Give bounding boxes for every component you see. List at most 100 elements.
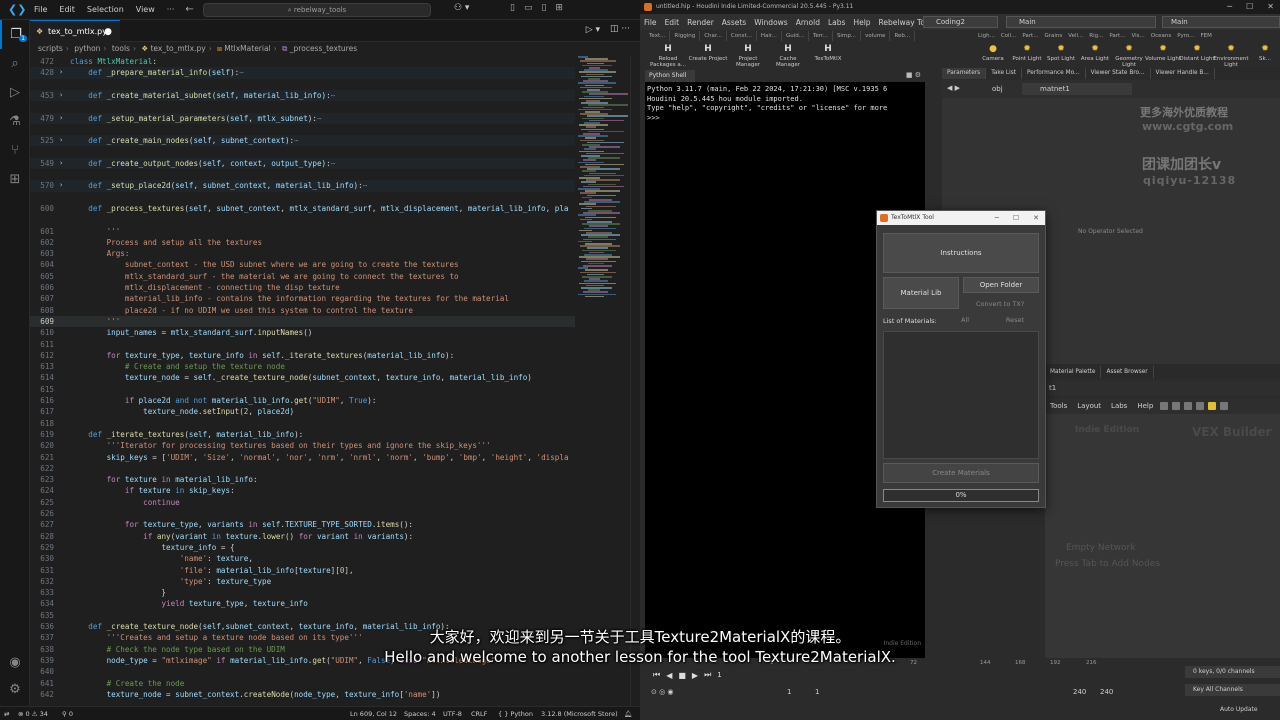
code-line[interactable]: 621 skip_keys = ['UDIM', 'Size', 'normal…	[30, 452, 575, 463]
encoding[interactable]: UTF-8	[443, 707, 462, 720]
command-center-search[interactable]: ⌕ rebelway_tools	[203, 3, 431, 17]
shelf-tool-button[interactable]: H Reload Packages a...	[648, 44, 688, 68]
code-line[interactable]: 601 '''	[30, 226, 575, 237]
shelf-tool-button[interactable]: H Cache Manager	[768, 44, 808, 68]
instructions-button[interactable]: Instructions	[883, 233, 1039, 273]
current-frame[interactable]: 1	[717, 671, 721, 679]
toggle-panel-icon[interactable]: ▭	[524, 3, 533, 13]
code-line[interactable]: 633 }	[30, 587, 575, 598]
frame-end[interactable]: 240	[1073, 688, 1086, 696]
code-line[interactable]: 605 mtlx_standard_surf - the material we…	[30, 271, 575, 282]
search-activity-icon[interactable]: ⌕	[0, 49, 30, 78]
fold-chevron-icon[interactable]: ›	[59, 180, 63, 191]
code-line[interactable]: 453 › def _create_material_subnet(self, m…	[30, 89, 575, 102]
code-line[interactable]: 607 material_lib_info - contains the inf…	[30, 293, 575, 304]
crumb-file[interactable]: tex_to_mtlx.py	[150, 44, 205, 53]
code-line[interactable]: 614 texture_node = self._create_texture_…	[30, 372, 575, 383]
editor-scrollbar[interactable]	[630, 56, 640, 706]
path-node[interactable]: matnet1	[1022, 83, 1132, 95]
crumb-tools[interactable]: tools	[112, 44, 130, 53]
code-line[interactable]: 608 place2d - if no UDIM we used this sy…	[30, 305, 575, 316]
crumb-scripts[interactable]: scripts	[38, 44, 63, 53]
extensions-icon[interactable]: ⊞	[0, 165, 30, 194]
menu-selection[interactable]: Selection	[81, 5, 130, 14]
shelf-tool-button[interactable]: H Create Project	[688, 44, 728, 62]
maximize-icon[interactable]: ☐	[1246, 0, 1253, 14]
frame-start[interactable]: 1	[787, 688, 791, 696]
tab-tex-to-mtlx[interactable]: ❖ tex_to_mtlx.py ●	[30, 20, 120, 42]
shelf-tab[interactable]: FEM	[1197, 31, 1214, 41]
fold-chevron-icon[interactable]: ›	[59, 158, 63, 169]
code-line[interactable]: 603 Args:	[30, 248, 575, 259]
explorer-icon[interactable]: ❐ 1	[0, 20, 30, 49]
nav-arrows-icon[interactable]: ◀ ▶	[947, 84, 960, 92]
h-menu-arnold[interactable]: Arnold	[792, 18, 824, 27]
shelf-tab[interactable]: Pyro...	[1174, 31, 1197, 41]
net-menu-labs[interactable]: Labs	[1106, 402, 1132, 410]
shelf-tab[interactable]: Rigging	[670, 31, 701, 41]
network-editor[interactable]	[1045, 414, 1280, 658]
jump-end-icon[interactable]: ⏭	[704, 670, 711, 680]
shelf-tab[interactable]: Vis...	[1128, 31, 1147, 41]
h-menu-edit[interactable]: Edit	[661, 18, 684, 27]
code-line[interactable]: 624 if texture in skip_keys:	[30, 485, 575, 496]
shelf-tool-button[interactable]: H TexToMtlX	[808, 44, 848, 62]
ports-count[interactable]: ⚲ 0	[62, 707, 73, 720]
code-line[interactable]: 623 for texture in material_lib_info:	[30, 474, 575, 485]
play-icon[interactable]: ▶	[692, 671, 698, 680]
code-line[interactable]: 616 if place2d and not material_lib_info…	[30, 395, 575, 406]
code-line[interactable]: 617 texture_node.setInput(2, place2d)	[30, 406, 575, 417]
shelf-tab[interactable]: Ligh...	[975, 31, 998, 41]
h-menu-labs[interactable]: Labs	[824, 18, 849, 27]
code-line[interactable]: 630 'name': texture,	[30, 553, 575, 564]
tab-asset-browser[interactable]: Asset Browser	[1101, 366, 1154, 378]
shelf-tab[interactable]: Reb...	[890, 31, 916, 41]
unsaved-dot-icon[interactable]: ●	[104, 21, 112, 43]
customize-layout-icon[interactable]: ⊞	[555, 3, 563, 13]
tab-viewer-handle-browser[interactable]: Viewer Handle B...	[1151, 68, 1215, 79]
run-file-icon[interactable]: ▷ ▾	[586, 25, 600, 35]
h-menu-file[interactable]: File	[640, 18, 661, 27]
jump-start-icon[interactable]: ⏮	[653, 670, 660, 680]
code-line[interactable]: 570 › def _setup_place2d(self, subnet_con…	[30, 180, 575, 192]
toggle-sidebar-icon[interactable]: ▯	[510, 3, 515, 13]
code-line[interactable]: 619 def _iterate_textures(self, material…	[30, 429, 575, 440]
frame-end-2[interactable]: 240	[1100, 688, 1113, 696]
dialog-close-icon[interactable]: ✕	[1033, 211, 1039, 225]
minimap[interactable]	[575, 56, 630, 706]
code-line[interactable]: 479 › def _setup_material_parameters(self…	[30, 112, 575, 124]
close-icon[interactable]: ✕	[1267, 0, 1274, 14]
line-ending[interactable]: CRLF	[471, 707, 487, 720]
h-menu-render[interactable]: Render	[683, 18, 718, 27]
timeline-tools-icon[interactable]: ⊙ ◎ ◉	[651, 688, 674, 696]
main-shelf-select-2[interactable]: Main	[1162, 16, 1280, 28]
step-back-icon[interactable]: ◀	[666, 671, 672, 680]
code-line[interactable]: 606 mtlx_displacement - connecting the d…	[30, 282, 575, 293]
source-control-icon[interactable]: ⑂	[0, 136, 30, 165]
net-menu-layout[interactable]: Layout	[1072, 402, 1106, 410]
dialog-maximize-icon[interactable]: ☐	[1013, 211, 1019, 225]
minimize-icon[interactable]: ─	[1227, 0, 1232, 14]
menu-file[interactable]: File	[28, 5, 53, 14]
code-line[interactable]: 602 Process and setup all the textures	[30, 237, 575, 248]
notifications-bell-icon[interactable]: 🔔︎	[624, 707, 632, 720]
frame-start-2[interactable]: 1	[815, 688, 819, 696]
language-mode[interactable]: { } Python	[498, 707, 533, 720]
code-line[interactable]: 626	[30, 508, 575, 519]
code-line[interactable]: 634 yield texture_type, texture_info	[30, 598, 575, 609]
more-menu-icon[interactable]: ···	[161, 5, 181, 14]
fold-chevron-icon[interactable]: ›	[59, 67, 63, 78]
select-all-button[interactable]: All	[945, 315, 985, 327]
tab-material-palette[interactable]: Material Palette	[1045, 366, 1102, 378]
menu-view[interactable]: View	[130, 5, 161, 14]
code-editor[interactable]: 472 class MtlxMaterial: 428 › def _prepare_…	[30, 56, 575, 706]
tab-performance-monitor[interactable]: Performance Mo...	[1022, 68, 1086, 79]
crumb-python[interactable]: python	[74, 44, 100, 53]
shelf-tab[interactable]: Coll...	[998, 31, 1020, 41]
code-line[interactable]: 641 # Create the node	[30, 678, 575, 689]
code-line[interactable]: 615	[30, 384, 575, 395]
shelf-tab[interactable]: Text...	[645, 31, 671, 41]
code-line[interactable]: 628 if any(variant in texture.lower() fo…	[30, 531, 575, 542]
net-tool-icon[interactable]	[1184, 402, 1193, 410]
material-lib-button[interactable]: Material Lib	[883, 277, 959, 309]
